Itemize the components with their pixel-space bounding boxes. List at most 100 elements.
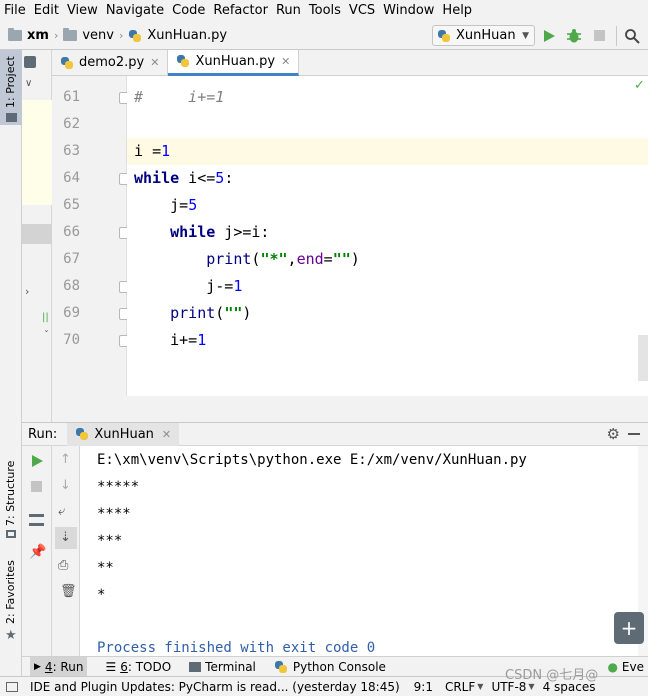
menu-view[interactable]: View xyxy=(67,0,98,22)
close-icon[interactable]: ✕ xyxy=(162,428,171,441)
chevron-down-icon: ▼ xyxy=(477,682,484,691)
console-exit-line: Process finished with exit code 0 xyxy=(97,640,376,656)
line-number: 70 xyxy=(63,332,80,348)
tool-todo[interactable]: ☰ 6: TODO xyxy=(105,660,171,674)
minimize-icon[interactable] xyxy=(628,433,640,435)
tab-label: demo2.py xyxy=(79,55,145,70)
tool-terminal[interactable]: Terminal xyxy=(189,660,256,674)
breadcrumb-project[interactable]: xm xyxy=(8,28,49,43)
menu-vcs[interactable]: VCS xyxy=(349,0,375,22)
menu-code[interactable]: Code xyxy=(172,0,205,22)
tab-xunhuan[interactable]: XunHuan.py ✕ xyxy=(168,49,300,76)
tool-python-console[interactable]: Python Console xyxy=(274,660,386,674)
menu-bar: File Edit View Navigate Code Refactor Ru… xyxy=(0,0,648,22)
chevron-down-icon: ▼ xyxy=(528,682,535,691)
soft-wrap-icon[interactable]: ⤶ xyxy=(58,504,65,519)
breadcrumb-file[interactable]: XunHuan.py xyxy=(128,28,227,43)
watermark: CSDN @七月@ xyxy=(505,668,599,683)
code-line-64: while i<=5: xyxy=(134,169,234,187)
debug-button[interactable] xyxy=(566,28,582,47)
tool-run[interactable]: ▶ 4: Run xyxy=(30,656,88,677)
project-tool-button[interactable]: 1: Project xyxy=(0,50,22,125)
project-tree-selected[interactable] xyxy=(22,224,52,244)
tab-label: XunHuan.py xyxy=(195,53,276,69)
play-icon: ▶ xyxy=(34,661,41,672)
editor-bottom-spacer xyxy=(52,396,648,422)
run-button[interactable] xyxy=(542,28,556,47)
python-icon xyxy=(274,660,288,674)
checkmark-icon: ✓ xyxy=(634,78,645,93)
event-log-icon: ● xyxy=(607,659,618,674)
arrow-up-icon[interactable]: ↑ xyxy=(60,452,71,467)
code-line-61: # i+=1 xyxy=(134,88,225,106)
arrow-down-icon[interactable]: ↓ xyxy=(60,478,71,493)
line-number: 63 xyxy=(63,143,80,159)
chevron-down-icon[interactable]: ∨ xyxy=(25,78,32,89)
close-icon[interactable]: ✕ xyxy=(150,56,159,69)
menu-run[interactable]: Run xyxy=(276,0,301,22)
favorites-tool-button[interactable]: 2: Favorites ★ xyxy=(0,558,22,648)
play-icon xyxy=(544,30,555,42)
console-line: * xyxy=(97,587,106,603)
chevron-right-icon[interactable]: › xyxy=(25,285,29,298)
add-file-icon[interactable]: + xyxy=(614,612,644,644)
line-number: 65 xyxy=(63,197,80,213)
editor-scrollbar[interactable] xyxy=(638,335,648,381)
editor-tabs: demo2.py ✕ XunHuan.py ✕ xyxy=(52,49,648,76)
pin-icon[interactable]: 📌 xyxy=(29,544,46,560)
line-number: 67 xyxy=(63,251,80,267)
menu-window[interactable]: Window xyxy=(383,0,434,22)
run-configuration-label: XunHuan xyxy=(456,28,516,43)
window-icon[interactable] xyxy=(6,681,18,692)
line-number: 66 xyxy=(63,224,80,240)
gear-icon[interactable]: ⚙ xyxy=(607,425,620,443)
close-icon[interactable]: ✕ xyxy=(281,55,290,68)
tab-demo2[interactable]: demo2.py ✕ xyxy=(52,49,169,76)
trash-icon[interactable]: 🗑 xyxy=(60,584,77,599)
run-configuration-select[interactable]: XunHuan ▼ xyxy=(432,25,535,46)
menu-help[interactable]: Help xyxy=(442,0,472,22)
structure-tool-button[interactable]: 7: Structure xyxy=(0,450,22,540)
rerun-icon[interactable] xyxy=(30,454,44,468)
run-panel-header: Run: XunHuan ✕ ⚙ xyxy=(22,422,648,446)
code-line-66: while j>=i: xyxy=(134,223,270,241)
line-number: 62 xyxy=(63,116,80,132)
code-lines[interactable]: # i+=1 i =1 while i<=5: j=5 while j>=i: … xyxy=(127,76,638,396)
code-line-68: j-=1 xyxy=(134,277,243,295)
menu-navigate[interactable]: Navigate xyxy=(106,0,164,22)
run-tab-xunhuan[interactable]: XunHuan ✕ xyxy=(67,422,180,446)
line-number: 64 xyxy=(63,170,80,186)
stop-icon[interactable] xyxy=(31,481,42,492)
breadcrumb-folder[interactable]: venv xyxy=(63,28,114,43)
menu-file[interactable]: File xyxy=(4,0,26,22)
status-message[interactable]: IDE and Plugin Updates: PyCharm is read.… xyxy=(30,680,400,694)
line-separator[interactable]: CRLF xyxy=(445,680,475,694)
project-tool-label: 1: Project xyxy=(4,56,17,108)
favorites-tool-label: 2: Favorites xyxy=(4,560,17,624)
project-view-icon[interactable] xyxy=(24,56,36,68)
print-icon[interactable]: ⎙ xyxy=(58,558,68,573)
bars-icon: || xyxy=(42,312,49,323)
run-console[interactable]: E:\xm\venv\Scripts\python.exe E:/xm/venv… xyxy=(80,446,648,656)
caret-position[interactable]: 9:1 xyxy=(414,680,433,694)
terminal-icon xyxy=(189,661,202,672)
python-file-icon xyxy=(176,54,190,68)
tool-event-log[interactable]: ● Eve xyxy=(607,660,644,674)
chevron-right-icon: › xyxy=(53,29,59,42)
left-tool-strip: 1: Project 7: Structure 2: Favorites ★ xyxy=(0,50,22,676)
project-tree-highlight xyxy=(22,100,52,205)
code-line-65: j=5 xyxy=(134,196,198,214)
python-file-icon xyxy=(437,29,451,43)
menu-refactor[interactable]: Refactor xyxy=(213,0,268,22)
layout-icon[interactable] xyxy=(29,514,44,526)
stop-button[interactable] xyxy=(594,30,605,41)
code-line-69: print("") xyxy=(134,304,252,322)
toolbar-divider xyxy=(616,26,617,46)
menu-edit[interactable]: Edit xyxy=(34,0,59,22)
code-line-63: i =1 xyxy=(134,142,171,160)
python-file-icon xyxy=(60,56,74,70)
menu-tools[interactable]: Tools xyxy=(309,0,341,22)
chevron-down-icon[interactable]: ˇ xyxy=(44,330,49,341)
line-number: 68 xyxy=(63,278,80,294)
search-button[interactable] xyxy=(624,28,640,47)
